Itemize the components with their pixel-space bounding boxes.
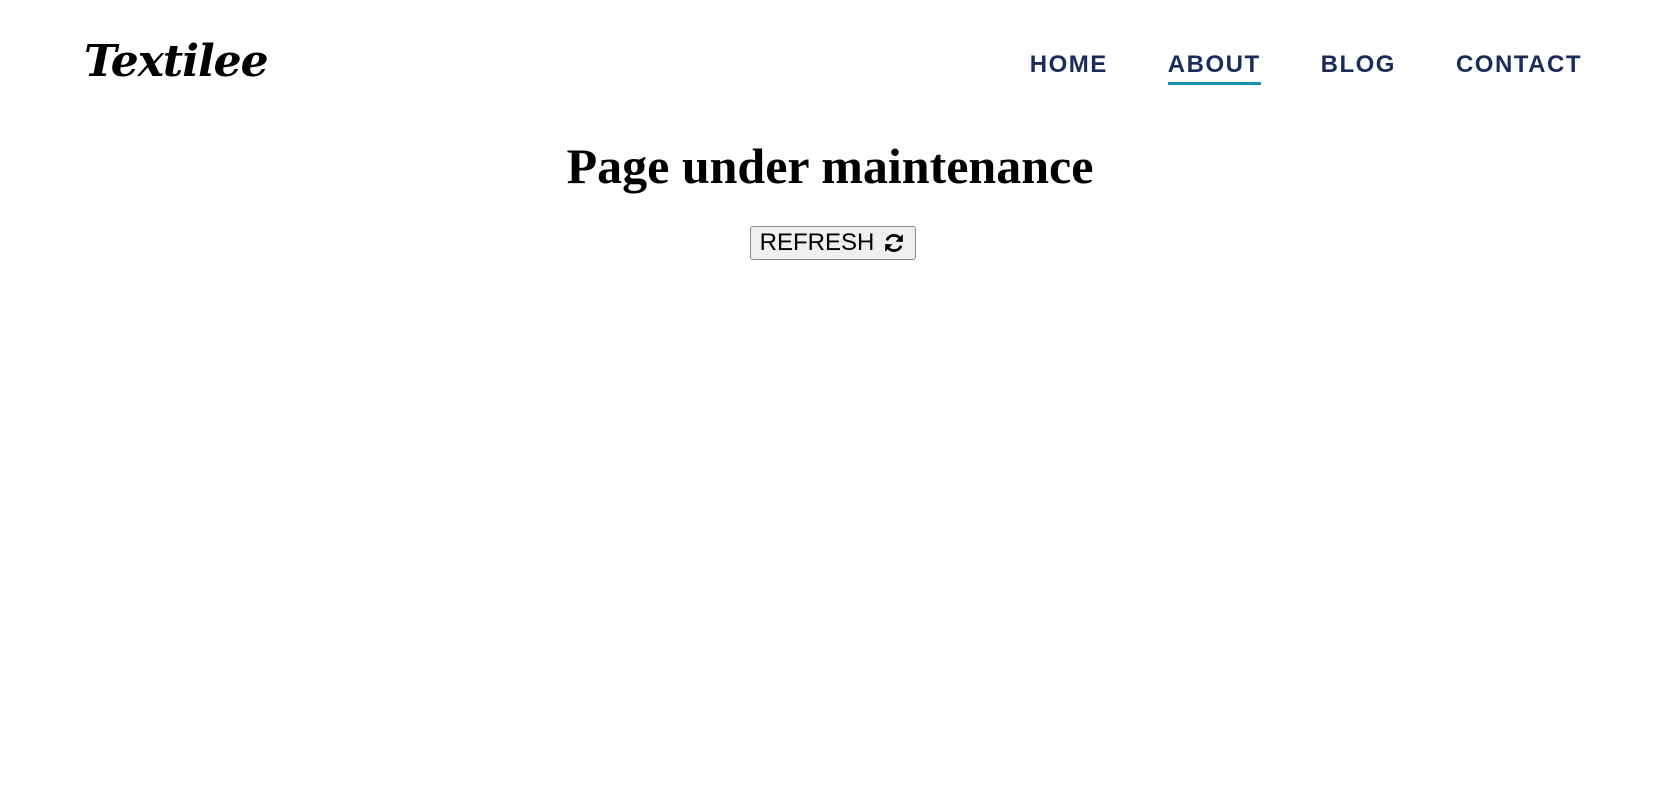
nav-link-home[interactable]: HOME bbox=[1030, 48, 1108, 85]
nav-link-blog[interactable]: BLOG bbox=[1321, 48, 1396, 85]
site-logo[interactable]: Textilee bbox=[84, 30, 269, 94]
nav-link-about[interactable]: ABOUT bbox=[1167, 48, 1261, 85]
refresh-icon bbox=[882, 231, 906, 255]
nav-link-contact[interactable]: CONTACT bbox=[1456, 48, 1582, 85]
refresh-button[interactable]: REFRESH bbox=[750, 226, 916, 260]
site-header: Textilee HOME ABOUT BLOG CONTACT bbox=[0, 0, 1660, 120]
page-title: Page under maintenance bbox=[566, 138, 1094, 194]
refresh-button-label: REFRESH bbox=[759, 229, 875, 256]
main-nav: HOME ABOUT BLOG CONTACT bbox=[1030, 48, 1582, 85]
